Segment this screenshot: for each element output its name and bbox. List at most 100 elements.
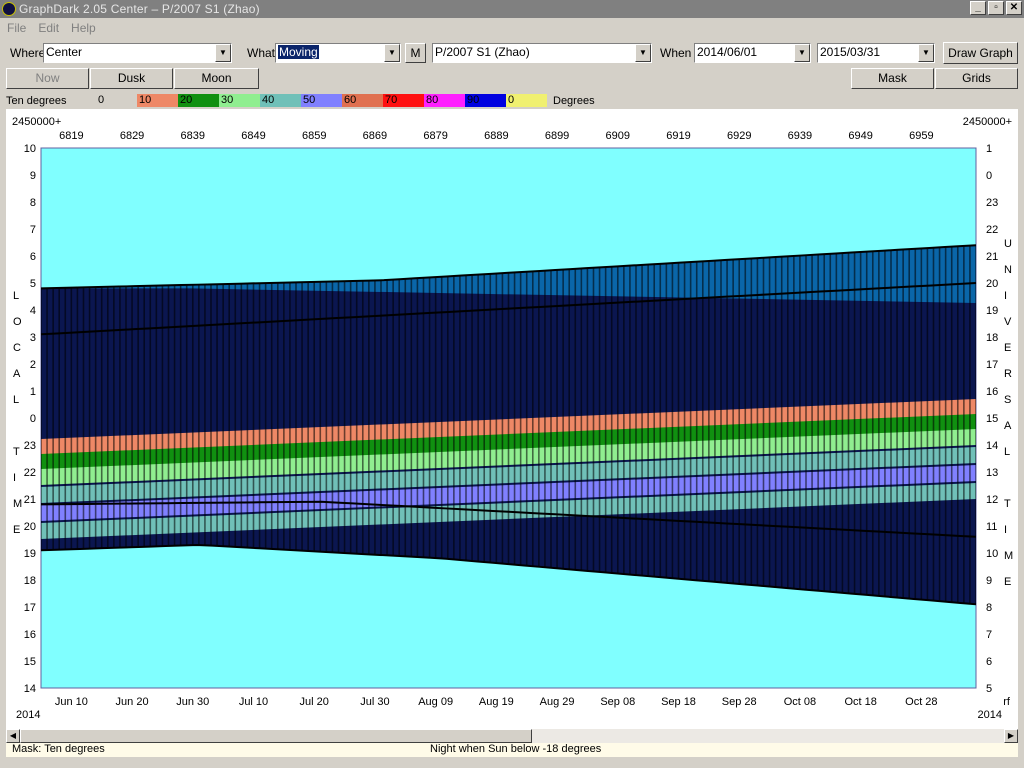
what-label: What [247, 46, 276, 60]
legend-swatch: 0 [506, 94, 547, 107]
right-tick-label: 12 [986, 494, 998, 506]
left-tick-label: 22 [24, 467, 36, 479]
bottom-tick-label: Aug 29 [540, 696, 575, 708]
status-mask: Mask: Ten degrees [12, 743, 105, 755]
chevron-down-icon[interactable]: ▼ [635, 44, 651, 62]
left-tick-label: 18 [24, 575, 36, 587]
left-tick-label: 4 [30, 305, 36, 317]
right-axis-title-letter: S [1004, 394, 1011, 406]
m-button[interactable]: M [405, 43, 426, 63]
visibility-chart[interactable]: 2450000+ 2450000+ 6819 6829 6839 6849 6859 6869… [6, 109, 1018, 729]
left-tick-label: 14 [24, 683, 36, 695]
right-tick-label: 13 [986, 467, 998, 479]
right-tick-label: 14 [986, 440, 998, 452]
left-tick-label: 6 [30, 251, 36, 263]
left-tick-label: 8 [30, 197, 36, 209]
right-axis-title-letter: L [1004, 446, 1010, 458]
menu-file[interactable]: File [7, 21, 26, 35]
close-button[interactable]: ✕ [1006, 1, 1022, 15]
left-tick-label: 16 [24, 629, 36, 641]
right-tick-label: 10 [986, 548, 998, 560]
dusk-button[interactable]: Dusk [90, 68, 173, 89]
left-axis: 10987654321023222120191817161514LOCALTIM… [13, 143, 36, 695]
bottom-tick-label: Sep 18 [661, 696, 696, 708]
chevron-down-icon[interactable]: ▼ [794, 44, 810, 62]
left-tick-label: 0 [30, 413, 36, 425]
right-tick-label: 11 [986, 521, 997, 533]
restore-button[interactable]: ▫ [988, 1, 1004, 15]
left-axis-title-letter: T [13, 446, 20, 458]
right-tick-label: 22 [986, 224, 998, 236]
right-axis-title-letter: N [1004, 264, 1012, 276]
chevron-down-icon[interactable]: ▼ [918, 44, 934, 62]
top-tick-label: 6819 [59, 130, 83, 142]
horizontal-scrollbar[interactable]: ◀ ▶ [6, 729, 1018, 743]
what-value: Moving [278, 45, 319, 59]
left-tick-label: 1 [30, 386, 36, 398]
mask-button[interactable]: Mask [851, 68, 934, 89]
right-tick-label: 1 [986, 143, 992, 155]
where-select[interactable]: Center ▼ [43, 43, 232, 63]
left-tick-label: 5 [30, 278, 36, 290]
what-select[interactable]: Moving ▼ [275, 43, 401, 63]
left-axis-title-letter: C [13, 342, 21, 354]
end-date-select[interactable]: 2015/03/31 ▼ [817, 43, 935, 63]
now-button[interactable]: Now [6, 68, 89, 89]
status-bar: Mask: Ten degrees Night when Sun below -… [6, 743, 1018, 757]
when-label: When [660, 46, 692, 60]
left-tick-label: 7 [30, 224, 36, 236]
left-tick-label: 23 [24, 440, 36, 452]
bottom-tick-label: Jul 30 [360, 696, 389, 708]
secondary-toolbar: Now Dusk Moon Mask Grids [0, 68, 1024, 90]
left-axis-title-letter: L [13, 394, 19, 406]
bottom-tick-label: Sep 08 [600, 696, 635, 708]
right-tick-label: 9 [986, 575, 992, 587]
left-axis-title-letter: M [13, 498, 22, 510]
moon-button[interactable]: Moon [174, 68, 259, 89]
year-right: 2014 [978, 709, 1002, 721]
chevron-down-icon[interactable]: ▼ [215, 44, 231, 62]
start-date-select[interactable]: 2014/06/01 ▼ [694, 43, 811, 63]
object-select[interactable]: P/2007 S1 (Zhao) ▼ [432, 43, 652, 63]
left-axis-title-letter: E [13, 524, 20, 536]
grids-button[interactable]: Grids [935, 68, 1018, 89]
chart-svg: 2450000+ 2450000+6819 6829 6839 6849 6859 6869… [12, 116, 1013, 721]
scroll-left-icon[interactable]: ◀ [6, 729, 20, 743]
minimize-button[interactable]: _ [970, 1, 986, 15]
right-tick-label: 23 [986, 197, 998, 209]
left-tick-label: 10 [24, 143, 36, 155]
left-tick-label: 19 [24, 548, 36, 560]
bottom-tick-label: Jul 20 [300, 696, 329, 708]
chevron-down-icon[interactable]: ▼ [384, 44, 400, 62]
legend-title: Ten degrees [6, 94, 67, 107]
left-axis-title-letter: A [13, 368, 21, 380]
bottom-right-note: rf [1003, 696, 1011, 708]
bottom-tick-label: Sep 28 [722, 696, 757, 708]
menu-bar: File Edit Help [0, 18, 1024, 37]
right-axis-title-letter: M [1004, 550, 1013, 562]
legend-swatch: 90 [465, 94, 506, 107]
scroll-right-icon[interactable]: ▶ [1004, 729, 1018, 743]
top-tick-label: 6919 [666, 130, 690, 142]
end-date-value: 2015/03/31 [820, 45, 881, 59]
top-tick-label: 6859 [302, 130, 326, 142]
top-tick-label: 6889 [484, 130, 508, 142]
right-tick-label: 6 [986, 656, 992, 668]
top-tick-label: 6899 [545, 130, 569, 142]
right-tick-label: 0 [986, 170, 992, 182]
legend-swatch: 20 [178, 94, 219, 107]
legend-swatch: 0 [96, 94, 137, 107]
left-axis-title-letter: I [13, 472, 16, 484]
right-tick-label: 8 [986, 602, 992, 614]
scroll-thumb[interactable] [20, 729, 532, 743]
menu-edit[interactable]: Edit [38, 21, 59, 35]
top-tick-label: 6959 [909, 130, 933, 142]
color-legend: Ten degrees 0 10 20 30 40 50 60 70 80 90 0 Degrees [6, 92, 1018, 109]
menu-help[interactable]: Help [71, 21, 96, 35]
right-tick-label: 17 [986, 359, 998, 371]
bottom-tick-label: Jul 10 [239, 696, 268, 708]
top-tick-label: 6949 [848, 130, 872, 142]
top-tick-label: 6939 [788, 130, 812, 142]
draw-graph-button[interactable]: Draw Graph [943, 42, 1018, 64]
bottom-tick-label: Jun 30 [176, 696, 209, 708]
